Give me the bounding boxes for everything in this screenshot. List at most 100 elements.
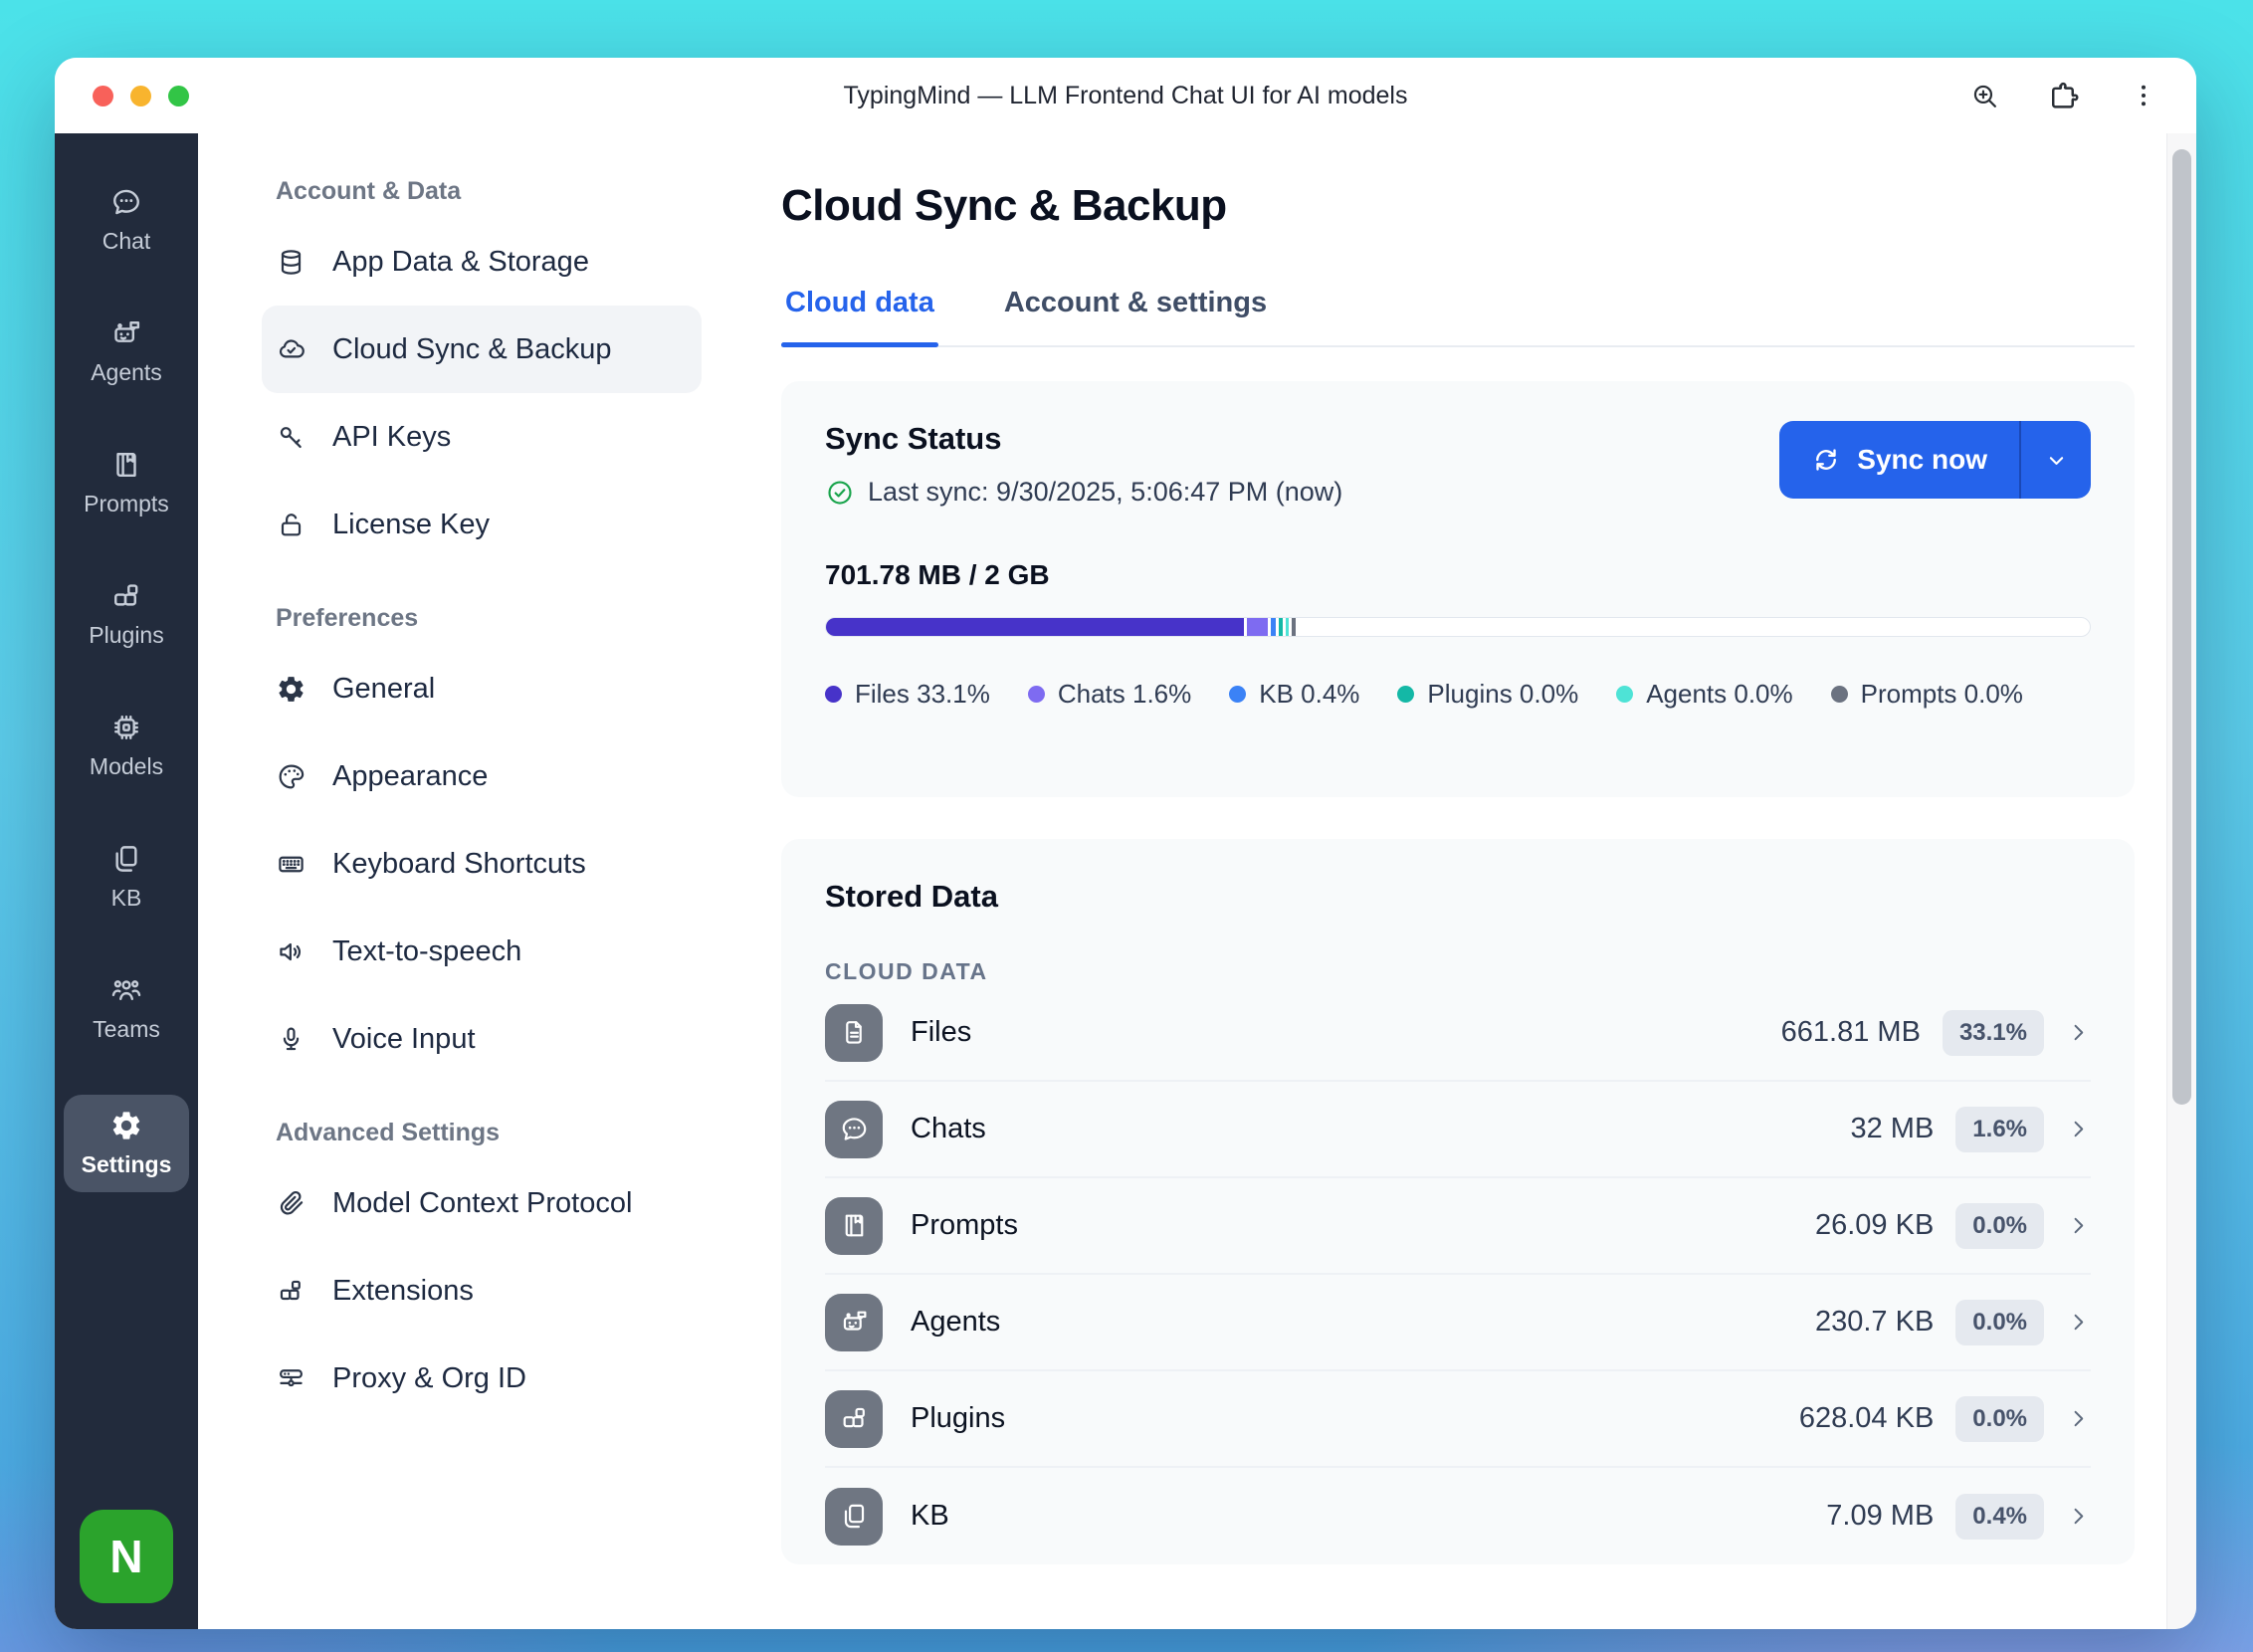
- cloud-check-icon: [276, 334, 307, 365]
- legend-dot: [1229, 686, 1246, 703]
- nav-item-api-keys[interactable]: API Keys: [262, 393, 702, 481]
- usage-bar-segment: [1286, 618, 1290, 636]
- avatar[interactable]: N: [80, 1510, 173, 1603]
- chat-icon: [109, 185, 143, 219]
- nav-item-proxy-org-id[interactable]: Proxy & Org ID: [262, 1335, 702, 1422]
- stored-row-chats[interactable]: Chats 32 MB 1.6%: [825, 1082, 2091, 1178]
- tab-account-settings[interactable]: Account & settings: [1000, 287, 1271, 345]
- app-sidebar: Chat Agents Prompts Plugins Models KB: [55, 133, 198, 1629]
- copies-icon: [109, 842, 143, 876]
- nav-item-appearance[interactable]: Appearance: [262, 732, 702, 820]
- nav-item-general[interactable]: General: [262, 645, 702, 732]
- lock-open-icon: [276, 510, 307, 540]
- usage-bar-segment: [1292, 618, 1296, 636]
- usage-bar-segment: [826, 618, 1244, 636]
- extensions-puzzle-icon[interactable]: [2048, 80, 2081, 112]
- legend-item-prompts: Prompts 0.0%: [1831, 679, 2023, 710]
- nav-section-title: Advanced Settings: [276, 1119, 702, 1147]
- scrollbar-track[interactable]: [2166, 133, 2196, 1629]
- chat-icon: [825, 1101, 883, 1158]
- row-label: Chats: [911, 1113, 986, 1145]
- main-content: Cloud Sync & Backup Cloud data Account &…: [735, 133, 2166, 1629]
- stored-data-card: Stored Data CLOUD DATA Files 661.81 MB 3…: [781, 839, 2135, 1564]
- robot-icon: [825, 1294, 883, 1351]
- nav-item-voice-input[interactable]: Voice Input: [262, 995, 702, 1083]
- row-size: 230.7 KB: [1815, 1306, 1934, 1339]
- nav-item-label: Cloud Sync & Backup: [332, 333, 611, 366]
- book-icon: [109, 448, 143, 482]
- last-sync-status: Last sync: 9/30/2025, 5:06:47 PM (now): [825, 477, 1342, 508]
- sync-status-card: Sync Status Last sync: 9/30/2025, 5:06:4…: [781, 381, 2135, 797]
- stored-row-agents[interactable]: Agents 230.7 KB 0.0%: [825, 1275, 2091, 1371]
- sidebar-item-settings[interactable]: Settings: [64, 1095, 189, 1192]
- titlebar: TypingMind — LLM Frontend Chat UI for AI…: [55, 58, 2196, 133]
- nav-item-label: Proxy & Org ID: [332, 1362, 526, 1395]
- nav-section-title: Account & Data: [276, 177, 702, 206]
- gear-icon: [276, 674, 307, 705]
- usage-bar-segment: [1279, 618, 1283, 636]
- row-size: 661.81 MB: [1781, 1016, 1921, 1049]
- row-label: KB: [911, 1500, 949, 1533]
- tabs: Cloud data Account & settings: [781, 287, 2135, 347]
- sync-now-split-button: Sync now: [1779, 421, 2091, 499]
- legend-label: Prompts 0.0%: [1861, 679, 2023, 710]
- settings-nav: Account & Data App Data & Storage Cloud …: [198, 133, 735, 1629]
- scrollbar-thumb[interactable]: [2172, 149, 2191, 1105]
- sidebar-item-plugins[interactable]: Plugins: [64, 569, 189, 659]
- fullscreen-window-button[interactable]: [168, 86, 189, 106]
- legend-item-files: Files 33.1%: [825, 679, 990, 710]
- sync-now-button[interactable]: Sync now: [1779, 421, 2019, 499]
- sidebar-item-prompts[interactable]: Prompts: [64, 438, 189, 527]
- stored-row-kb[interactable]: KB 7.09 MB 0.4%: [825, 1468, 2091, 1564]
- speaker-icon: [276, 936, 307, 967]
- nav-item-license-key[interactable]: License Key: [262, 481, 702, 568]
- nav-item-app-data-storage[interactable]: App Data & Storage: [262, 218, 702, 306]
- sidebar-item-label: Agents: [91, 359, 162, 386]
- nav-item-label: License Key: [332, 509, 490, 541]
- nav-item-keyboard-shortcuts[interactable]: Keyboard Shortcuts: [262, 820, 702, 908]
- sync-now-label: Sync now: [1857, 444, 1987, 476]
- chevron-right-icon: [2066, 1504, 2091, 1529]
- nav-section-title: Preferences: [276, 604, 702, 633]
- last-sync-text: Last sync: 9/30/2025, 5:06:47 PM (now): [868, 477, 1342, 508]
- usage-legend: Files 33.1% Chats 1.6% KB 0.4% Plugins 0…: [825, 679, 2091, 710]
- tab-cloud-data[interactable]: Cloud data: [781, 287, 938, 345]
- row-percent-badge: 0.0%: [1955, 1300, 2044, 1345]
- legend-item-kb: KB 0.4%: [1229, 679, 1359, 710]
- stored-row-files[interactable]: Files 661.81 MB 33.1%: [825, 985, 2091, 1082]
- nav-item-model-context-protocol[interactable]: Model Context Protocol: [262, 1159, 702, 1247]
- sidebar-item-teams[interactable]: Teams: [64, 963, 189, 1053]
- overflow-menu-icon[interactable]: [2129, 81, 2158, 110]
- sidebar-item-agents[interactable]: Agents: [64, 307, 189, 396]
- page-title: Cloud Sync & Backup: [781, 181, 2135, 231]
- nav-item-text-to-speech[interactable]: Text-to-speech: [262, 908, 702, 995]
- nav-item-label: API Keys: [332, 421, 451, 454]
- sidebar-item-label: Prompts: [84, 491, 169, 517]
- nav-item-label: Voice Input: [332, 1023, 476, 1056]
- stored-row-prompts[interactable]: Prompts 26.09 KB 0.0%: [825, 1178, 2091, 1275]
- stored-row-plugins[interactable]: Plugins 628.04 KB 0.0%: [825, 1371, 2091, 1468]
- row-label: Files: [911, 1016, 971, 1049]
- refresh-icon: [1811, 445, 1841, 475]
- legend-label: Files 33.1%: [855, 679, 990, 710]
- row-percent-badge: 1.6%: [1955, 1107, 2044, 1152]
- minimize-window-button[interactable]: [130, 86, 151, 106]
- legend-label: Agents 0.0%: [1646, 679, 1792, 710]
- sidebar-item-kb[interactable]: KB: [64, 832, 189, 922]
- chevron-right-icon: [2066, 1020, 2091, 1045]
- row-percent-badge: 0.0%: [1955, 1396, 2044, 1442]
- zoom-in-icon[interactable]: [1969, 81, 2000, 111]
- close-window-button[interactable]: [93, 86, 113, 106]
- usage-bar-segment: [1247, 618, 1267, 636]
- traffic-lights: [93, 86, 189, 106]
- nav-item-label: Appearance: [332, 760, 488, 793]
- plugins-icon: [109, 579, 143, 613]
- sync-options-dropdown-button[interactable]: [2019, 421, 2091, 499]
- sidebar-item-label: Plugins: [89, 622, 163, 649]
- palette-icon: [276, 761, 307, 792]
- sidebar-item-models[interactable]: Models: [64, 701, 189, 790]
- nav-item-extensions[interactable]: Extensions: [262, 1247, 702, 1335]
- sidebar-item-chat[interactable]: Chat: [64, 175, 189, 265]
- nav-item-cloud-sync-backup[interactable]: Cloud Sync & Backup: [262, 306, 702, 393]
- titlebar-actions: [1969, 80, 2158, 112]
